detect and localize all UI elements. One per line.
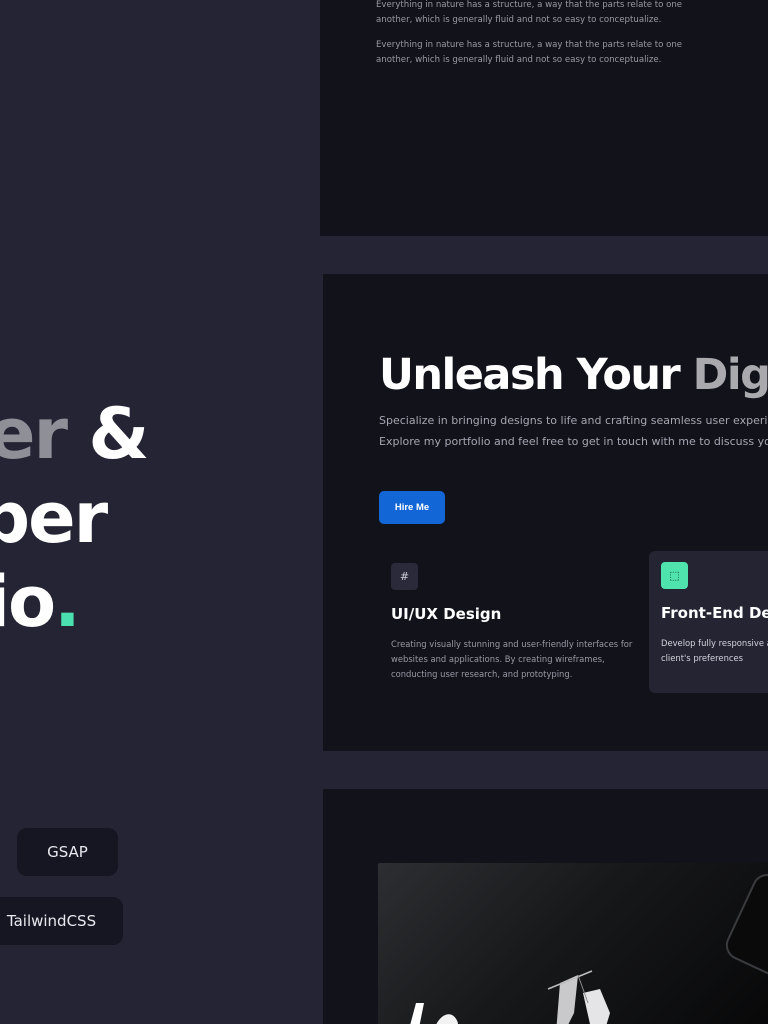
hash-icon: # (391, 563, 418, 590)
services-subtitle-line-1: Specialize in bringing designs to life a… (379, 414, 768, 427)
about-panel: Everything in nature has a structure, a … (320, 0, 768, 236)
hero-title-ampersand: & (66, 393, 149, 475)
project-preview-graphic (410, 874, 768, 1024)
about-paragraph-2: Everything in nature has a structure, a … (376, 40, 683, 65)
service-card-ui-ux[interactable]: # UI/UX Design Creating visually stunnin… (379, 552, 649, 692)
hero-title-muted-word: er (0, 393, 68, 475)
services-panel: Unleash Your Digi Specialize in bringing… (323, 274, 768, 751)
hero-title: er & per io. (0, 392, 320, 644)
hero-title-line-1: er & (0, 392, 320, 476)
project-preview-panel (323, 789, 768, 1024)
dashed-square-icon: ⬚ (661, 562, 688, 589)
service-card-description: Develop fully responsive a are tailored … (661, 638, 768, 663)
hero-title-line-2: per (0, 477, 108, 559)
tech-tag-gsap: GSAP (17, 828, 118, 876)
service-card-front-end[interactable]: ⬚ Front-End Dev Develop fully responsive… (649, 551, 768, 693)
about-paragraph-1: Everything in nature has a structure, a … (376, 0, 683, 25)
portfolio-preview-page: er & per io. GSAP TailwindCSS Everything… (0, 0, 768, 1024)
services-headline-main: Unleash Your (379, 350, 693, 400)
hero-title-line-3: io. (0, 560, 320, 644)
services-subtitle-line-2: Explore my portfolio and feel free to ge… (379, 435, 768, 448)
hero-title-line-3-text: io (0, 561, 56, 643)
service-card-description: Creating visually stunning and user-frie… (391, 639, 633, 679)
services-headline: Unleash Your Digi (379, 350, 768, 400)
hero-title-accent-dot: . (54, 561, 81, 643)
service-card-title: Front-End Dev (661, 604, 768, 622)
tech-tag-tailwindcss: TailwindCSS (0, 897, 123, 945)
services-headline-muted: Digi (692, 350, 768, 400)
hire-me-button[interactable]: Hire Me (379, 491, 445, 524)
project-preview-image[interactable] (378, 863, 768, 1024)
service-card-title: UI/UX Design (391, 605, 502, 623)
